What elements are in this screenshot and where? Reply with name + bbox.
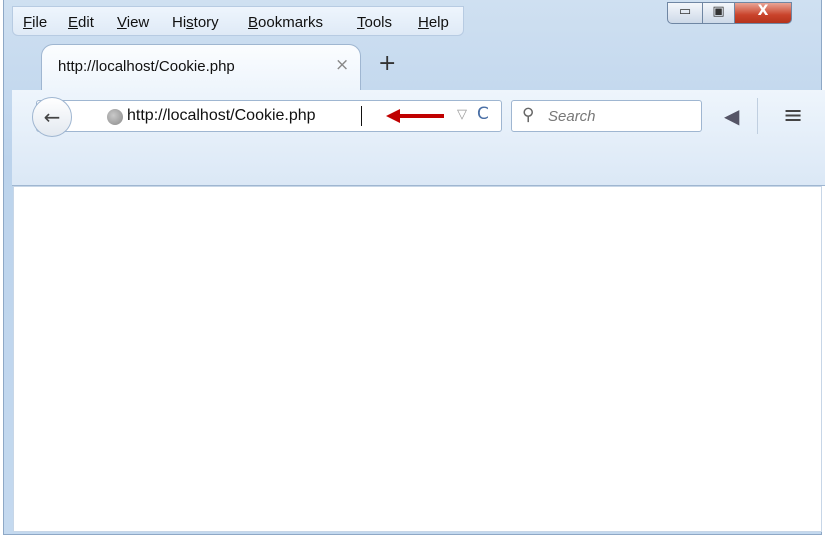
menu-edit[interactable]: Edit [68, 14, 94, 31]
page-content [13, 186, 822, 532]
minimize-icon: ▭ [678, 4, 692, 19]
minimize-button[interactable]: ▭ [667, 2, 703, 24]
menu-view[interactable]: View [117, 14, 149, 31]
menu-bookmarks[interactable]: Bookmarks [248, 14, 323, 31]
url-text: http://localhost/Cookie.php [127, 107, 316, 124]
new-tab-button[interactable]: + [378, 51, 396, 76]
tab-close-icon[interactable]: × [335, 55, 349, 75]
search-placeholder: Search [548, 108, 596, 125]
menu-bar: File Edit View History Bookmarks Tools H… [12, 6, 464, 36]
menu-file[interactable]: File [23, 14, 47, 31]
tab-active[interactable]: http://localhost/Cookie.php × [41, 44, 361, 90]
maximize-icon: ▣ [712, 4, 725, 19]
toolbar-separator [757, 98, 758, 134]
red-arrow-annotation [386, 109, 444, 123]
search-icon: ⚲ [522, 105, 535, 125]
tab-title: http://localhost/Cookie.php [58, 58, 235, 75]
globe-icon [107, 109, 123, 125]
url-bar[interactable]: http://localhost/Cookie.php ▽ C [36, 100, 502, 132]
maximize-button[interactable]: ▣ [702, 2, 735, 24]
hamburger-menu-icon[interactable]: ≡ [783, 101, 803, 129]
close-icon: X [757, 3, 769, 19]
search-input[interactable]: ⚲ Search [511, 100, 702, 132]
browser-window: File Edit View History Bookmarks Tools H… [3, 0, 825, 535]
send-tab-icon[interactable]: ◀ [724, 104, 739, 128]
navigation-toolbar: http://localhost/Cookie.php ▽ C ← ⚲ Sear… [12, 90, 825, 186]
back-arrow-icon: ← [43, 105, 61, 129]
close-window-button[interactable]: X [734, 2, 792, 24]
menu-history[interactable]: History [172, 14, 219, 31]
reload-icon[interactable]: C [477, 104, 489, 124]
menu-tools[interactable]: Tools [357, 14, 392, 31]
menu-help[interactable]: Help [418, 14, 449, 31]
text-caret [361, 106, 362, 126]
back-button[interactable]: ← [32, 97, 72, 137]
history-dropdown-icon[interactable]: ▽ [457, 107, 467, 122]
